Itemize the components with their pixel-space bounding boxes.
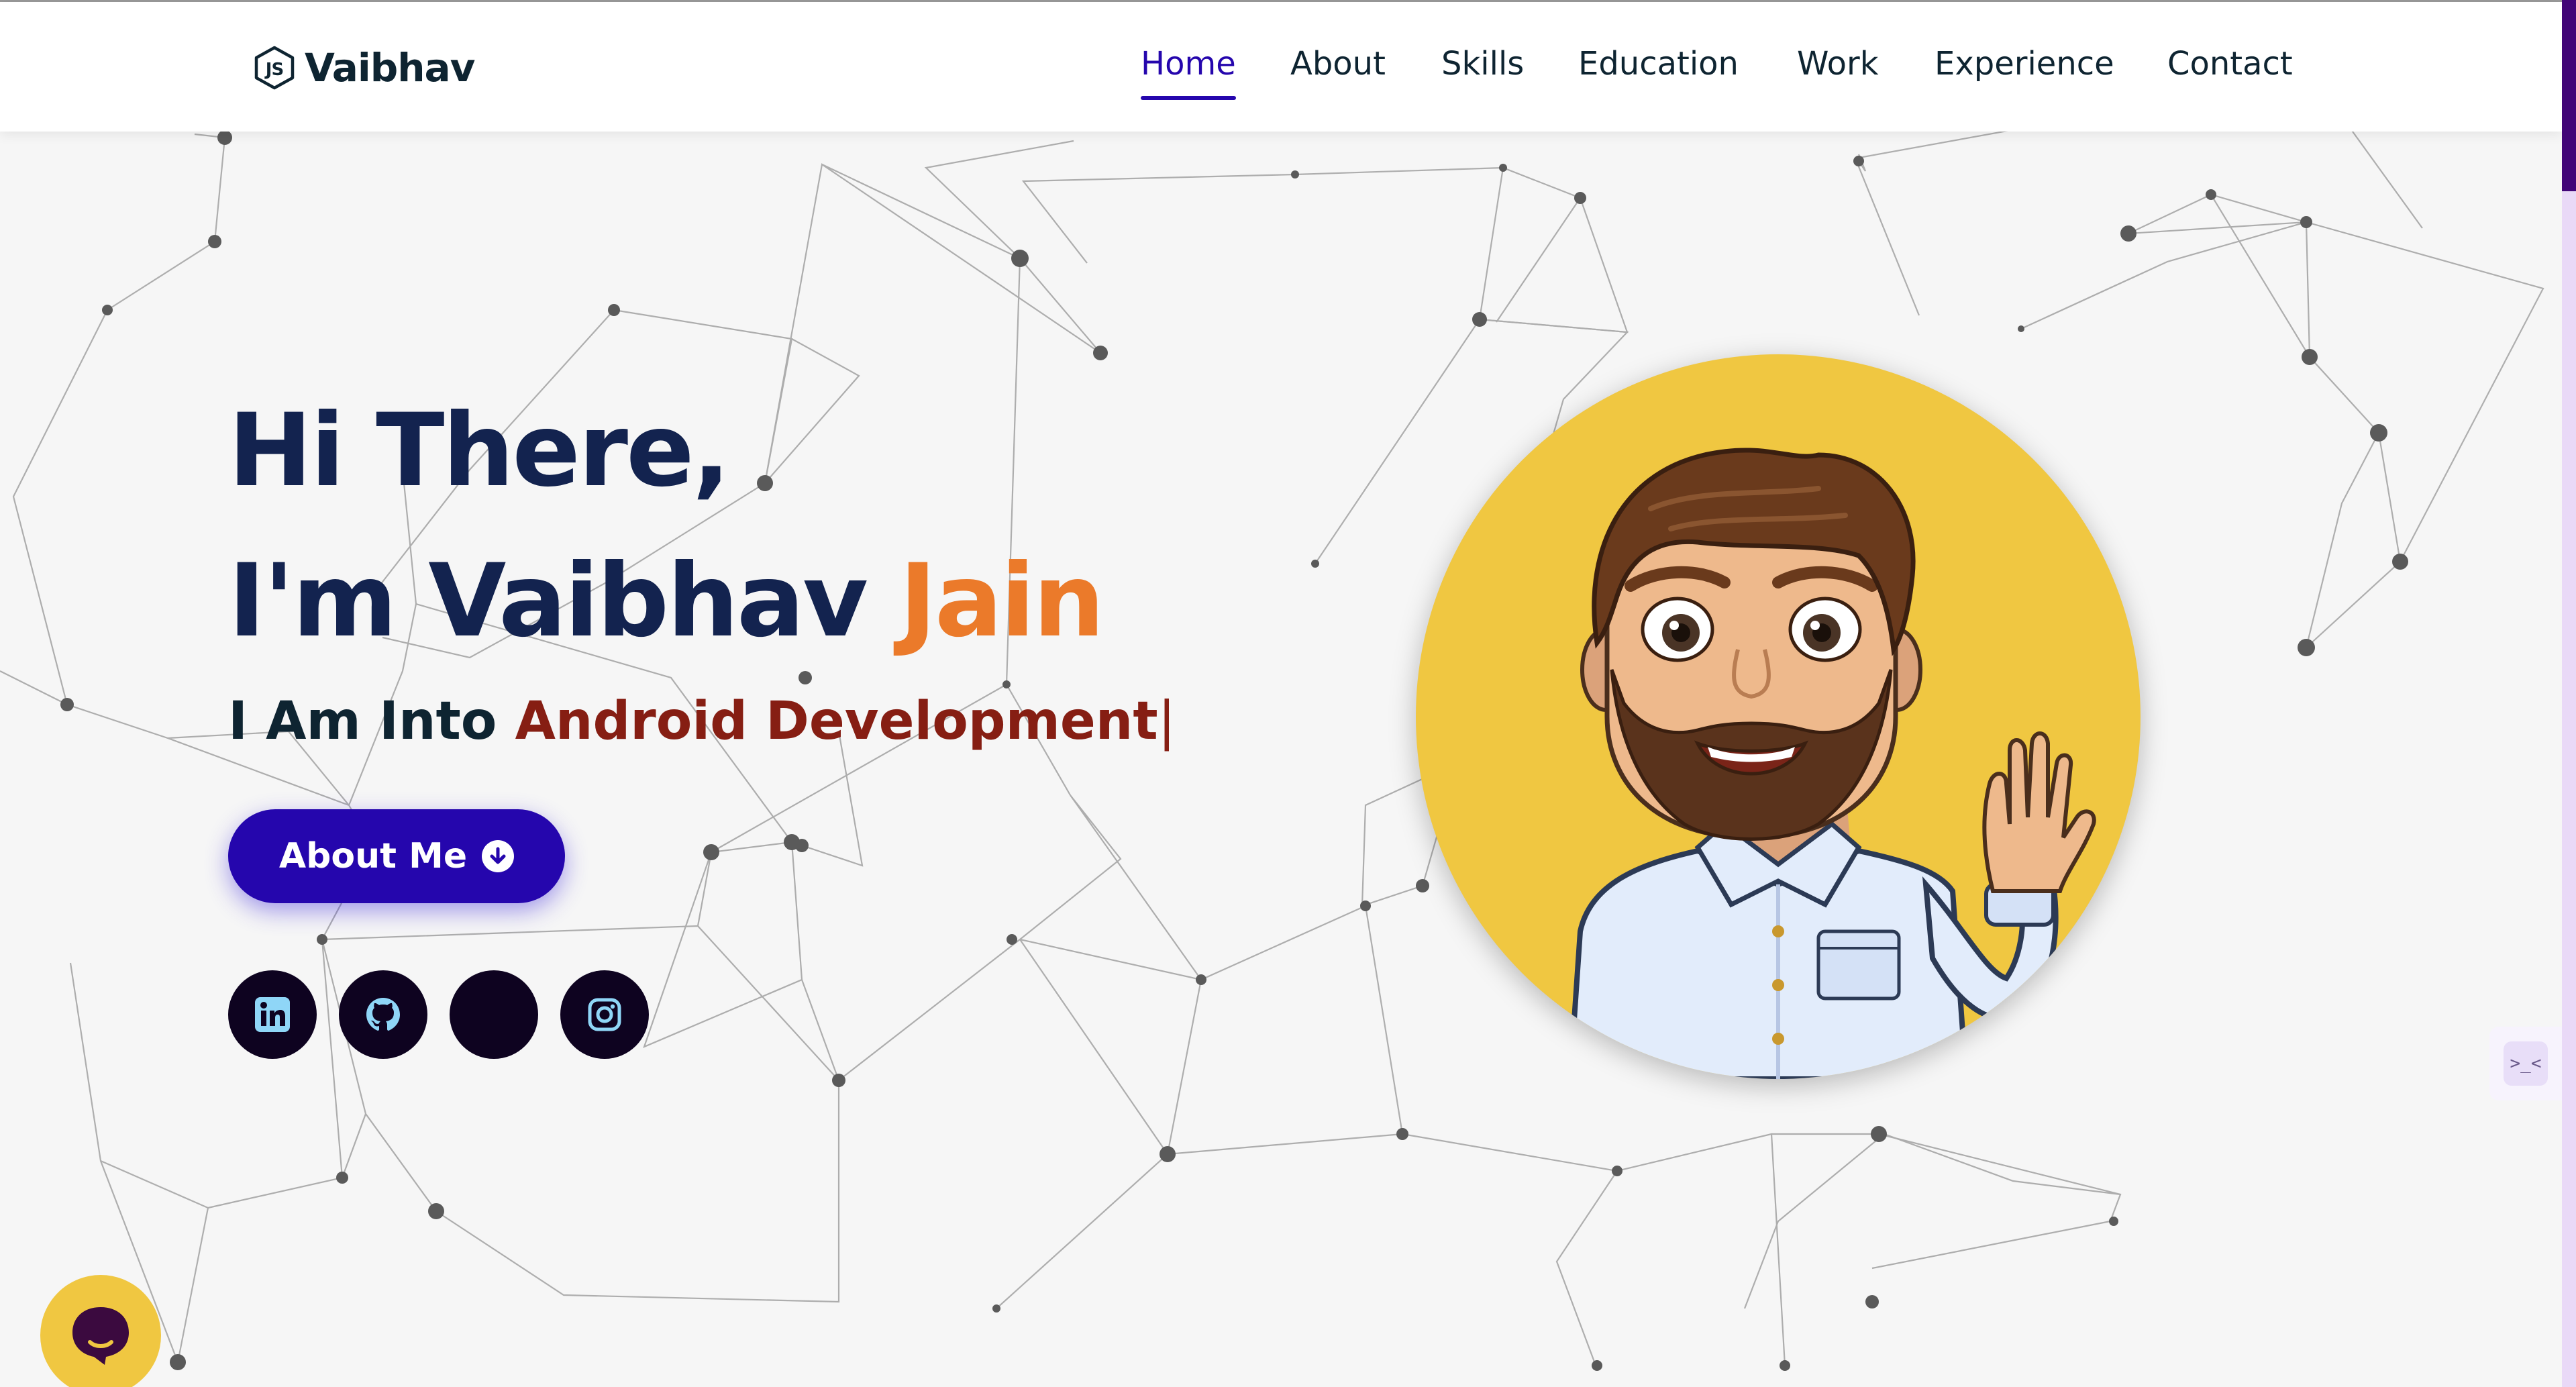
social-links (228, 970, 649, 1059)
typing-caret: | (1157, 691, 1176, 752)
about-me-label: About Me (278, 836, 468, 876)
github-link[interactable] (339, 970, 427, 1059)
hero-heading: Hi There, I'm Vaibhav Jain (228, 376, 1176, 676)
main-nav: Home About Skills Education Work Experie… (0, 45, 2562, 105)
intro-name: I'm Vaibhav (228, 543, 900, 660)
nav-work[interactable]: Work (1797, 45, 1879, 83)
hero-section: Hi There, I'm Vaibhav Jain I Am Into And… (228, 376, 1176, 1059)
intro-surname: Jain (899, 543, 1104, 660)
instagram-link[interactable] (560, 970, 649, 1059)
blank-social-link[interactable] (450, 970, 538, 1059)
nav-experience[interactable]: Experience (1935, 45, 2114, 83)
nav-home[interactable]: Home (1141, 45, 1236, 100)
chat-widget-button[interactable] (40, 1275, 161, 1387)
typing-line: I Am Into Android Development| (228, 691, 1176, 752)
nav-education[interactable]: Education (1578, 45, 1739, 83)
typing-role: Android Development (515, 691, 1158, 752)
side-widget-tab[interactable]: >_< (2489, 1027, 2562, 1100)
particle-network-background (0, 132, 2544, 1371)
nav-skills[interactable]: Skills (1441, 45, 1524, 83)
arrow-down-circle-icon (482, 840, 515, 872)
side-widget-icon: >_< (2504, 1041, 2548, 1086)
nav-about[interactable]: About (1290, 45, 1386, 83)
instagram-icon (588, 998, 621, 1031)
scrollbar-thumb[interactable] (2562, 0, 2576, 191)
site-header: JS Vaibhav Home About Skills Education W… (0, 2, 2562, 132)
linkedin-icon (255, 997, 290, 1032)
linkedin-link[interactable] (228, 970, 317, 1059)
cartoon-avatar-illustration (1567, 448, 2096, 1079)
chat-bubble-icon (72, 1307, 129, 1365)
greeting-text: Hi There, (228, 393, 731, 509)
nav-contact[interactable]: Contact (2167, 45, 2293, 83)
typing-prefix: I Am Into (228, 691, 515, 752)
github-icon (366, 998, 400, 1031)
about-me-button[interactable]: About Me (228, 809, 565, 903)
scrollbar[interactable] (2562, 0, 2576, 1387)
profile-avatar (1416, 354, 2141, 1079)
